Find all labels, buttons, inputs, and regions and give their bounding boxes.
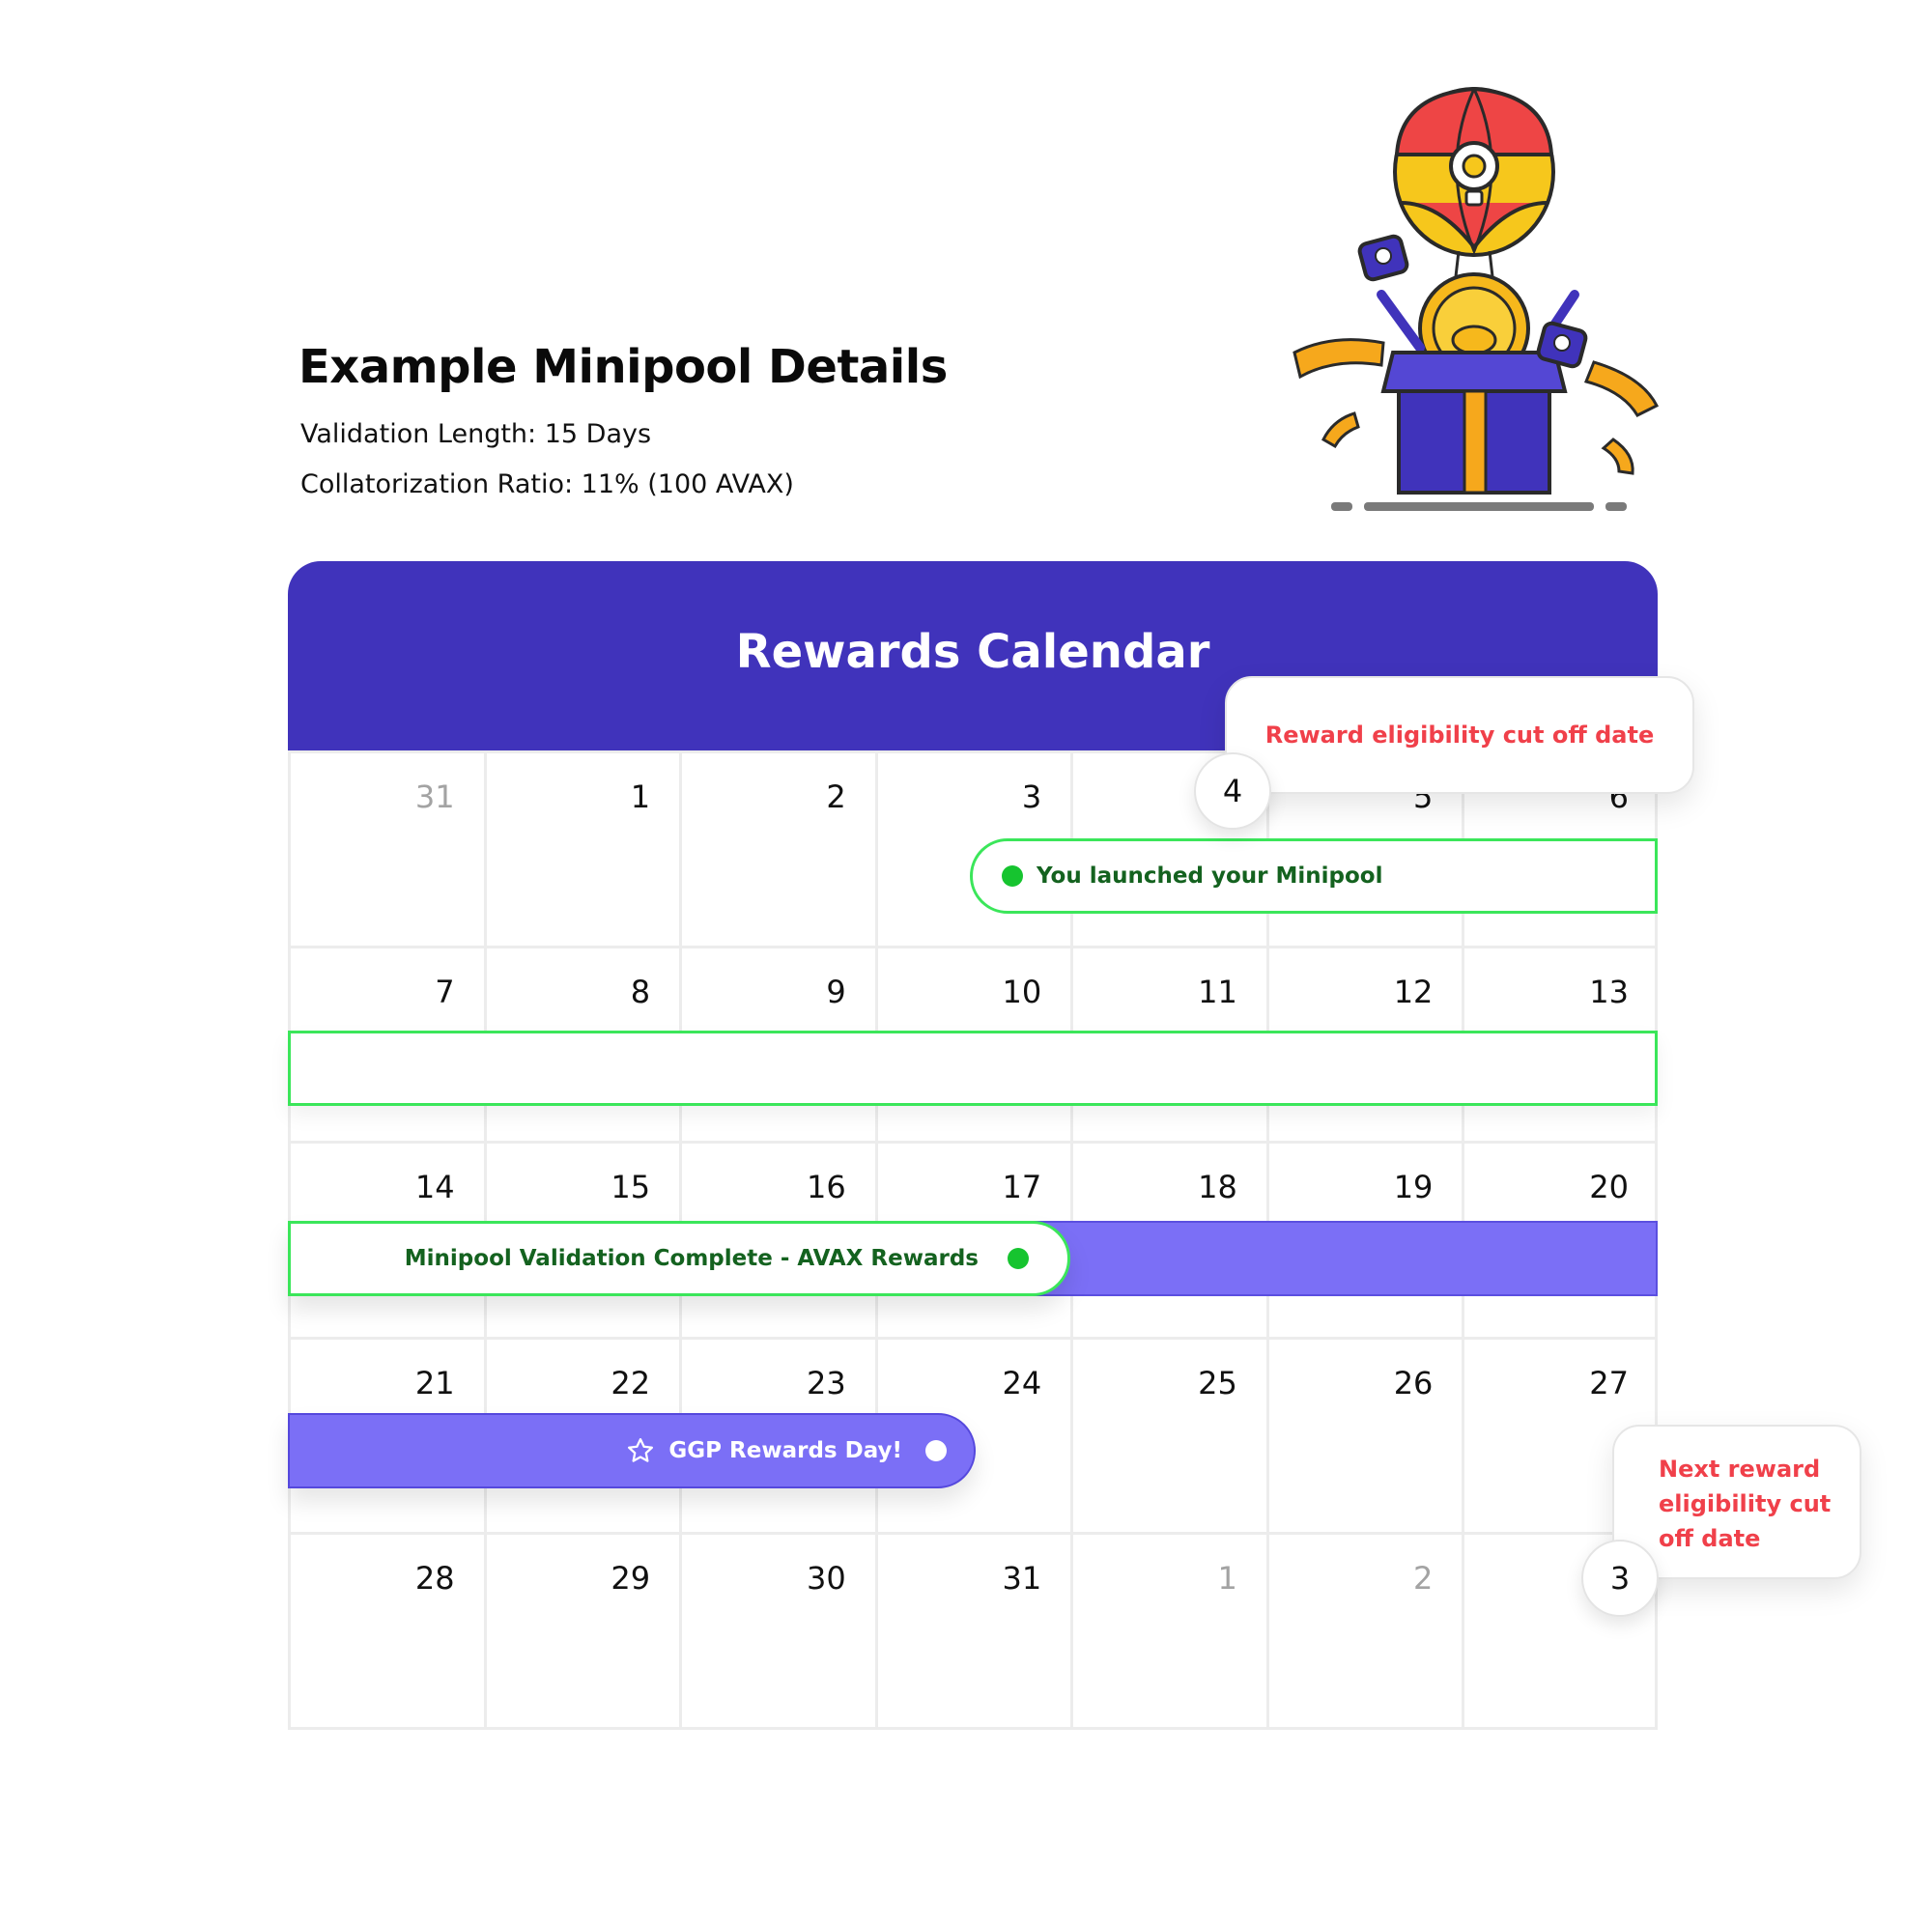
- day-number: 8: [630, 974, 651, 1011]
- day-number: 28: [414, 1559, 455, 1597]
- cutoff-callout-text: Reward eligibility cut off date: [1264, 722, 1655, 749]
- grid-border: [288, 1727, 1658, 1730]
- day-number: 20: [1589, 1169, 1629, 1206]
- calendar-day-cell[interactable]: 25: [1070, 1336, 1266, 1532]
- day-number: 21: [414, 1364, 455, 1401]
- day-number: 1: [630, 778, 651, 815]
- day-number: 9: [826, 974, 846, 1011]
- day-number: 19: [1393, 1169, 1434, 1206]
- day-number: 24: [1002, 1364, 1042, 1401]
- calendar-day-cell[interactable]: 1: [483, 750, 680, 947]
- calendar-day-cell[interactable]: 29: [483, 1531, 680, 1727]
- collateral-ratio: Collatorization Ratio: 11% (100 AVAX): [300, 469, 794, 499]
- status-dot-icon: [925, 1440, 947, 1461]
- calendar-day-cell[interactable]: 26: [1265, 1336, 1463, 1532]
- day-number: 29: [611, 1559, 651, 1597]
- star-icon: [628, 1438, 654, 1462]
- day-number: 7: [435, 974, 455, 1011]
- validation-length: Validation Length: 15 Days: [300, 419, 652, 449]
- calendar-day-cell[interactable]: 30: [679, 1531, 875, 1727]
- calendar-title: Rewards Calendar: [735, 625, 1210, 679]
- day-number: 22: [611, 1364, 651, 1401]
- day-number: 17: [1002, 1169, 1042, 1206]
- day-number: 31: [414, 778, 455, 815]
- day-number: 3: [1021, 778, 1042, 815]
- next-cutoff-day-marker[interactable]: 3: [1581, 1540, 1659, 1617]
- cutoff-callout: Reward eligibility cut off date: [1225, 676, 1694, 794]
- day-number: 14: [414, 1169, 455, 1206]
- event-validation-period-bar[interactable]: [288, 1031, 1658, 1106]
- day-number: 16: [806, 1169, 846, 1206]
- day-number: 18: [1198, 1169, 1237, 1206]
- day-number: 23: [806, 1364, 846, 1401]
- day-number: 2: [826, 778, 846, 815]
- day-number: 30: [806, 1559, 846, 1597]
- cutoff-day-marker[interactable]: 4: [1194, 752, 1271, 830]
- status-dot-icon: [1008, 1248, 1029, 1269]
- calendar-day-cell[interactable]: 28: [288, 1531, 484, 1727]
- day-number: 27: [1589, 1364, 1629, 1401]
- event-label: Minipool Validation Complete - AVAX Rewa…: [404, 1246, 979, 1271]
- calendar-day-cell[interactable]: 2: [679, 750, 875, 947]
- event-ggp-rewards-day[interactable]: GGP Rewards Day!: [288, 1413, 976, 1488]
- calendar-day-cell[interactable]: 2: [1265, 1531, 1463, 1727]
- event-validation-complete[interactable]: Minipool Validation Complete - AVAX Rewa…: [288, 1221, 1070, 1296]
- day-number: 31: [1002, 1559, 1042, 1597]
- day-number: 11: [1198, 974, 1237, 1011]
- status-dot-icon: [1002, 865, 1023, 887]
- day-number: 15: [611, 1169, 651, 1206]
- calendar-day-cell[interactable]: 31: [874, 1531, 1071, 1727]
- event-label: You launched your Minipool: [1037, 863, 1383, 889]
- day-number: 12: [1393, 974, 1434, 1011]
- day-number: 2: [1413, 1559, 1434, 1597]
- day-number: 25: [1198, 1364, 1237, 1401]
- day-number: 1: [1217, 1559, 1237, 1597]
- calendar-day-cell[interactable]: 31: [288, 750, 484, 947]
- calendar-day-cell[interactable]: 1: [1070, 1531, 1266, 1727]
- next-cutoff-callout-text: Next reward eligibility cut off date: [1659, 1456, 1832, 1552]
- day-number: 26: [1393, 1364, 1434, 1401]
- hot-air-balloon-gift-box-illustration: [1293, 86, 1660, 511]
- event-rewards-period-bar[interactable]: [1012, 1221, 1658, 1296]
- day-number: 10: [1002, 974, 1042, 1011]
- page-title: Example Minipool Details: [298, 340, 948, 394]
- event-minipool-launched[interactable]: You launched your Minipool: [970, 838, 1658, 914]
- event-label: GGP Rewards Day!: [668, 1438, 902, 1463]
- day-number: 13: [1589, 974, 1629, 1011]
